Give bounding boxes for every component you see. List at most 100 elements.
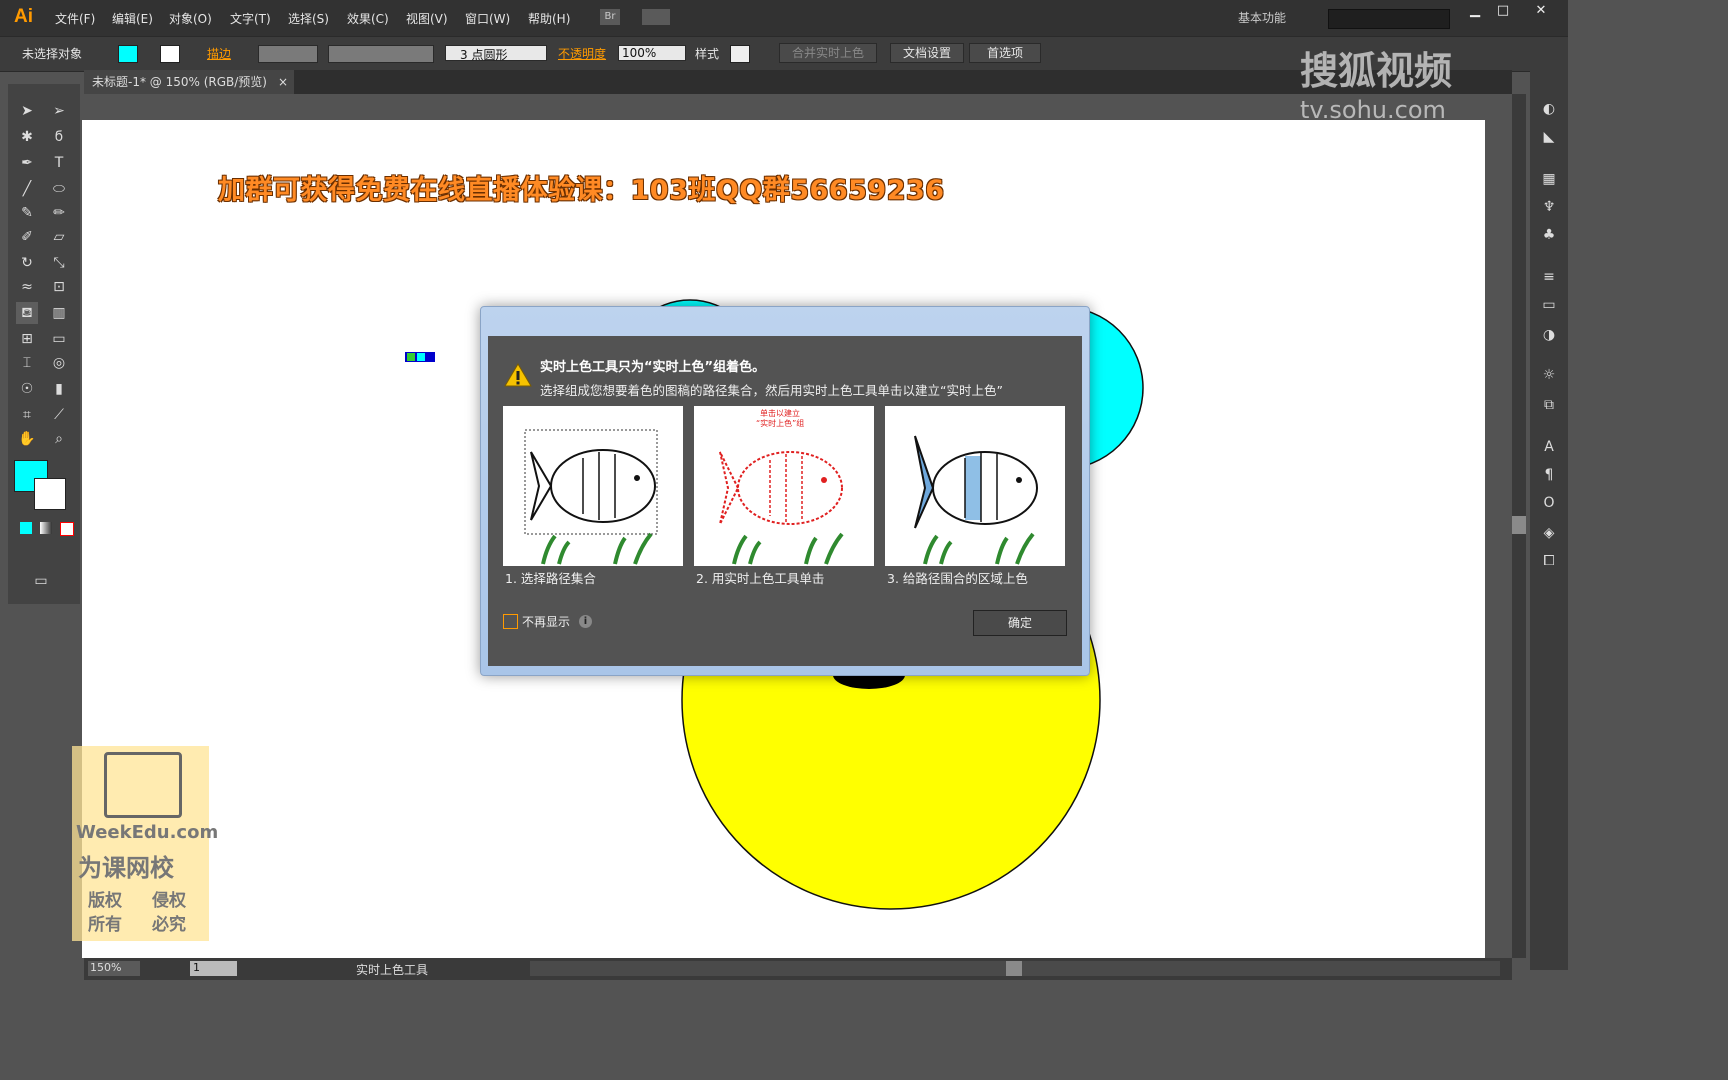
step-1-caption: 1. 选择路径集合: [505, 571, 596, 586]
close-tab-icon[interactable]: ×: [278, 70, 288, 94]
symbols-panel-icon[interactable]: ♣: [1537, 224, 1561, 246]
slice-tool-icon[interactable]: ⟋: [48, 404, 70, 426]
type-tool-icon[interactable]: T: [48, 152, 70, 174]
merge-live-paint-button[interactable]: 合并实时上色: [779, 43, 877, 63]
menu-window[interactable]: 窗口(W): [465, 10, 510, 27]
gradient-panel-icon[interactable]: ▭: [1537, 294, 1561, 316]
opacity-label[interactable]: 不透明度: [558, 45, 606, 62]
document-tab[interactable]: 未标题-1* @ 150% (RGB/预览) ×: [84, 70, 294, 94]
step-2-caption: 2. 用实时上色工具单击: [696, 571, 825, 586]
color-mode-icon[interactable]: [20, 522, 32, 534]
fill-swatch[interactable]: [118, 45, 138, 63]
close-window-icon[interactable]: ✕: [1530, 3, 1552, 21]
step-2-illustration: [694, 406, 874, 566]
artboard-number-field[interactable]: 1: [190, 961, 237, 976]
warning-icon: [504, 363, 532, 387]
lasso-tool-icon[interactable]: ϭ: [48, 126, 70, 148]
gradient-tool-icon[interactable]: ▭: [48, 328, 70, 350]
info-icon[interactable]: i: [579, 615, 592, 628]
column-graph-tool-icon[interactable]: ▮: [48, 378, 70, 400]
style-swatch[interactable]: [730, 45, 750, 63]
brushes-panel-icon[interactable]: ♆: [1537, 196, 1561, 218]
copyright-4: 必究: [152, 915, 186, 935]
menu-effect[interactable]: 效果(C): [347, 10, 389, 27]
opacity-field[interactable]: 100%: [618, 45, 686, 61]
weekedu-chinese: 为课网校: [78, 854, 174, 882]
dont-show-again-label: 不再显示: [522, 615, 571, 629]
free-transform-tool-icon[interactable]: ⊡: [48, 276, 70, 298]
search-input[interactable]: [1328, 9, 1450, 29]
document-setup-button[interactable]: 文档设置: [890, 43, 964, 63]
stroke-label[interactable]: 描边: [207, 45, 231, 62]
width-tool-icon[interactable]: ≈: [16, 276, 38, 298]
blend-tool-icon[interactable]: ◎: [48, 352, 70, 374]
none-mode-icon[interactable]: [60, 522, 74, 536]
pencil-tool-icon[interactable]: ✏: [48, 202, 70, 224]
copyright-3: 所有: [88, 915, 122, 935]
dont-show-again-checkbox[interactable]: [503, 614, 518, 629]
menu-select[interactable]: 选择(S): [288, 10, 329, 27]
transparency-panel-icon[interactable]: ◑: [1537, 324, 1561, 346]
gradient-mode-icon[interactable]: [40, 522, 52, 534]
artboards-panel-icon[interactable]: ⧠: [1537, 550, 1561, 572]
color-panel-icon[interactable]: ◐: [1537, 98, 1561, 120]
ok-button[interactable]: 确定: [973, 610, 1067, 636]
stroke-color-box[interactable]: [34, 478, 66, 510]
maximize-icon[interactable]: □: [1492, 3, 1514, 21]
menu-object[interactable]: 对象(O): [169, 10, 212, 27]
step-1-illustration: [503, 406, 683, 566]
menu-view[interactable]: 视图(V): [406, 10, 448, 27]
app-logo: Ai: [14, 6, 33, 27]
magic-wand-tool-icon[interactable]: ✱: [16, 126, 38, 148]
layers-panel-icon[interactable]: ◈: [1537, 522, 1561, 544]
vertical-scroll-thumb[interactable]: [1512, 516, 1526, 534]
sohu-watermark: 搜狐视频: [1300, 49, 1453, 93]
workspace-switcher[interactable]: 基本功能: [1238, 9, 1286, 26]
artboard-tool-icon[interactable]: ⌗: [16, 404, 38, 426]
horizontal-scroll-thumb[interactable]: [1006, 961, 1022, 976]
preferences-button[interactable]: 首选项: [969, 43, 1041, 63]
graph-tool-icon[interactable]: ▥: [48, 302, 70, 324]
swatches-panel-icon[interactable]: ▦: [1537, 168, 1561, 190]
stroke-swatch[interactable]: [160, 45, 180, 63]
appearance-panel-icon[interactable]: ☼: [1537, 364, 1561, 386]
scale-tool-icon[interactable]: ⤡: [48, 252, 70, 274]
brush-dropdown[interactable]: 3 点圆形: [445, 45, 547, 62]
menu-file[interactable]: 文件(F): [55, 10, 95, 27]
zoom-field[interactable]: 150%: [88, 961, 140, 976]
step-2-note-2: “实时上色”组: [756, 419, 805, 428]
pen-tool-icon[interactable]: ✒: [16, 152, 38, 174]
direct-selection-tool-icon[interactable]: ➢: [48, 100, 70, 122]
dialog-description: 选择组成您想要着色的图稿的路径集合，然后用实时上色工具单击以建立“实时上色”: [540, 383, 1003, 398]
copyright-2: 侵权: [152, 891, 186, 911]
paragraph-panel-icon[interactable]: ¶: [1537, 464, 1561, 486]
stroke-weight-field[interactable]: [258, 45, 318, 63]
zoom-tool-icon[interactable]: ⌕: [48, 428, 70, 450]
document-tab-title: 未标题-1* @ 150% (RGB/预览): [92, 75, 267, 89]
menu-edit[interactable]: 编辑(E): [112, 10, 153, 27]
eraser-tool-icon[interactable]: ▱: [48, 226, 70, 248]
rotate-tool-icon[interactable]: ↻: [16, 252, 38, 274]
opentype-panel-icon[interactable]: O: [1537, 492, 1561, 514]
screen-mode-icon[interactable]: ▭: [30, 570, 52, 592]
symbol-sprayer-tool-icon[interactable]: ☉: [16, 378, 38, 400]
graphic-styles-icon[interactable]: ⧉: [1537, 394, 1561, 416]
ellipse-tool-icon[interactable]: ⬭: [48, 178, 70, 200]
menu-type[interactable]: 文字(T): [230, 10, 271, 27]
selection-tool-icon[interactable]: ➤: [16, 100, 38, 122]
blob-brush-tool-icon[interactable]: ✐: [16, 226, 38, 248]
bridge-button[interactable]: Br: [600, 9, 620, 25]
stroke-panel-icon[interactable]: ≡: [1537, 266, 1561, 288]
character-panel-icon[interactable]: A: [1537, 436, 1561, 458]
line-tool-icon[interactable]: ╱: [16, 178, 38, 200]
paintbrush-tool-icon[interactable]: ✎: [16, 202, 38, 224]
hand-tool-icon[interactable]: ✋: [16, 428, 38, 450]
variable-width-dropdown[interactable]: [328, 45, 434, 63]
menu-help[interactable]: 帮助(H): [528, 10, 570, 27]
live-paint-bucket-tool-icon[interactable]: ⛾: [16, 302, 38, 324]
mesh-tool-icon[interactable]: ⊞: [16, 328, 38, 350]
minimize-icon[interactable]: ▁: [1464, 3, 1486, 21]
color-guide-icon[interactable]: ◣: [1537, 126, 1561, 148]
eyedropper-tool-icon[interactable]: ⌶: [16, 352, 38, 374]
arrange-documents-button[interactable]: [642, 9, 670, 25]
